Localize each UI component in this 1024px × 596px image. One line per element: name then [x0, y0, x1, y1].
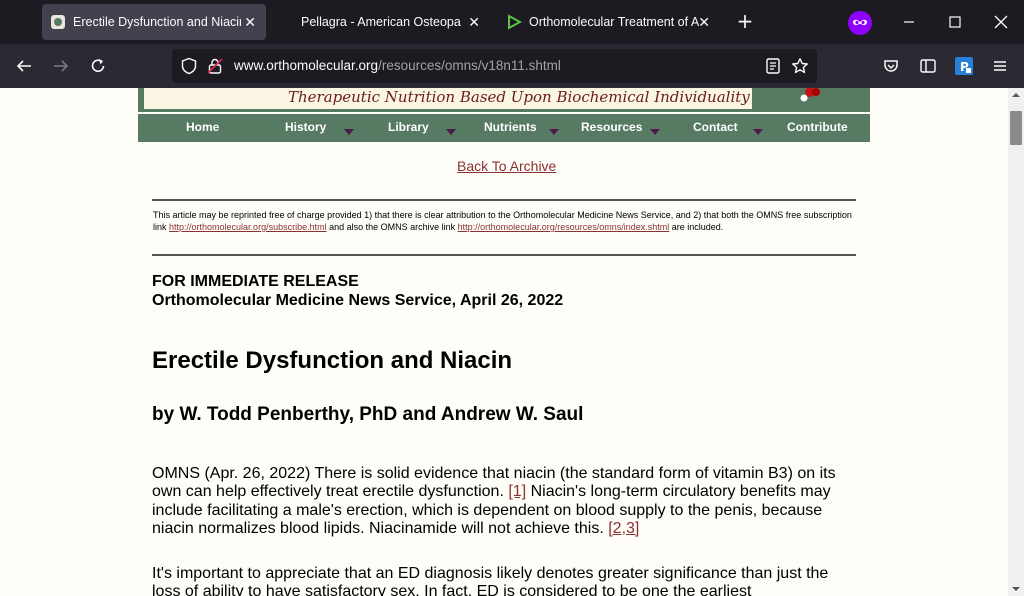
article-title: Erectile Dysfunction and Niacin: [152, 347, 513, 374]
news-service-line: Orthomolecular Medicine News Service, Ap…: [152, 292, 564, 309]
play-favicon-icon: [506, 14, 523, 30]
tab-erectile-dysfunction[interactable]: Erectile Dysfunction and Niacin ✕: [42, 4, 266, 40]
tab-close-icon[interactable]: ✕: [244, 14, 256, 31]
menu-contact[interactable]: Contact: [693, 120, 738, 134]
menu-contribute[interactable]: Contribute: [787, 120, 848, 134]
divider-bottom: [152, 254, 856, 256]
tab-title: Erectile Dysfunction and Niacin: [73, 15, 241, 29]
site-menu: Home History Library Nutrients Resources…: [138, 114, 870, 142]
release-header: FOR IMMEDIATE RELEASE Orthomolecular Med…: [152, 272, 563, 310]
tab-orthomolecular-treatment[interactable]: Orthomolecular Treatment of All ✕: [498, 4, 720, 40]
article-paragraph-2: It's important to appreciate that an ED …: [152, 565, 829, 596]
menu-resources[interactable]: Resources: [581, 120, 642, 134]
tab-pellagra[interactable]: Pellagra - American Osteopathic ✕: [290, 4, 490, 40]
archive-link[interactable]: http://orthomolecular.org/resources/omns…: [458, 222, 670, 232]
private-browsing-icon[interactable]: [848, 11, 872, 35]
url-text: www.orthomolecular.org/resources/omns/v1…: [234, 58, 561, 73]
back-arrow-icon[interactable]: [12, 54, 36, 78]
menu-library-dropdown-icon[interactable]: [446, 129, 456, 135]
minimize-icon[interactable]: [899, 12, 919, 32]
site-tagline: Therapeutic Nutrition Based Upon Biochem…: [288, 88, 750, 106]
site-banner: Therapeutic Nutrition Based Upon Biochem…: [138, 88, 870, 112]
hamburger-menu-icon[interactable]: [988, 54, 1012, 78]
menu-nutrients-dropdown-icon[interactable]: [549, 129, 559, 135]
scroll-down-arrow-icon[interactable]: [1008, 582, 1024, 596]
insecure-lock-icon[interactable]: [206, 57, 224, 79]
article-paragraph-1: OMNS (Apr. 26, 2022) There is solid evid…: [152, 465, 836, 537]
article-byline: by W. Todd Penberthy, PhD and Andrew W. …: [152, 404, 584, 425]
menu-history-dropdown-icon[interactable]: [344, 129, 354, 135]
tab-close-icon[interactable]: ✕: [698, 14, 710, 31]
page-scrollbar[interactable]: [1008, 88, 1024, 596]
extension-profile-icon[interactable]: P: [952, 54, 976, 78]
sidebar-icon[interactable]: [916, 54, 940, 78]
reader-view-icon[interactable]: [764, 57, 782, 79]
menu-library[interactable]: Library: [388, 120, 429, 134]
maximize-icon[interactable]: [945, 12, 965, 32]
reference-link-2-3[interactable]: [2,3]: [608, 520, 639, 537]
scroll-up-arrow-icon[interactable]: [1008, 88, 1024, 102]
tracking-protection-shield-icon[interactable]: [180, 57, 198, 79]
molecule-logo-icon: [800, 88, 820, 102]
back-to-archive-link[interactable]: Back To Archive: [457, 158, 556, 174]
scrollbar-thumb[interactable]: [1010, 111, 1022, 145]
tab-bar: Erectile Dysfunction and Niacin ✕ Pellag…: [0, 0, 1024, 44]
menu-history[interactable]: History: [285, 120, 326, 134]
menu-contact-dropdown-icon[interactable]: [753, 129, 763, 135]
close-window-icon[interactable]: [991, 12, 1011, 32]
divider-top: [152, 199, 856, 201]
subscribe-link[interactable]: http://orthomolecular.org/subscribe.html: [169, 222, 327, 232]
banner-tagline-box: Therapeutic Nutrition Based Upon Biochem…: [144, 88, 752, 109]
tab-title: Orthomolecular Treatment of All: [529, 15, 699, 29]
forward-arrow-icon[interactable]: [49, 54, 73, 78]
menu-nutrients[interactable]: Nutrients: [484, 120, 537, 134]
tab-title: Pellagra - American Osteopathic: [301, 15, 461, 29]
url-bar[interactable]: www.orthomolecular.org/resources/omns/v1…: [172, 49, 817, 83]
menu-resources-dropdown-icon[interactable]: [650, 129, 660, 135]
new-tab-button[interactable]: +: [735, 11, 755, 31]
menu-home[interactable]: Home: [186, 120, 219, 134]
release-line: FOR IMMEDIATE RELEASE: [152, 273, 359, 290]
tab-close-icon[interactable]: ✕: [468, 14, 480, 31]
reference-link-1[interactable]: [1]: [508, 483, 526, 500]
reprint-notice: This article may be reprinted free of ch…: [153, 210, 852, 232]
site-favicon-icon: [50, 14, 66, 30]
bookmark-star-icon[interactable]: [791, 57, 809, 79]
reload-icon[interactable]: [86, 54, 110, 78]
pocket-icon[interactable]: [879, 54, 903, 78]
page-viewport: Therapeutic Nutrition Based Upon Biochem…: [0, 88, 1008, 596]
